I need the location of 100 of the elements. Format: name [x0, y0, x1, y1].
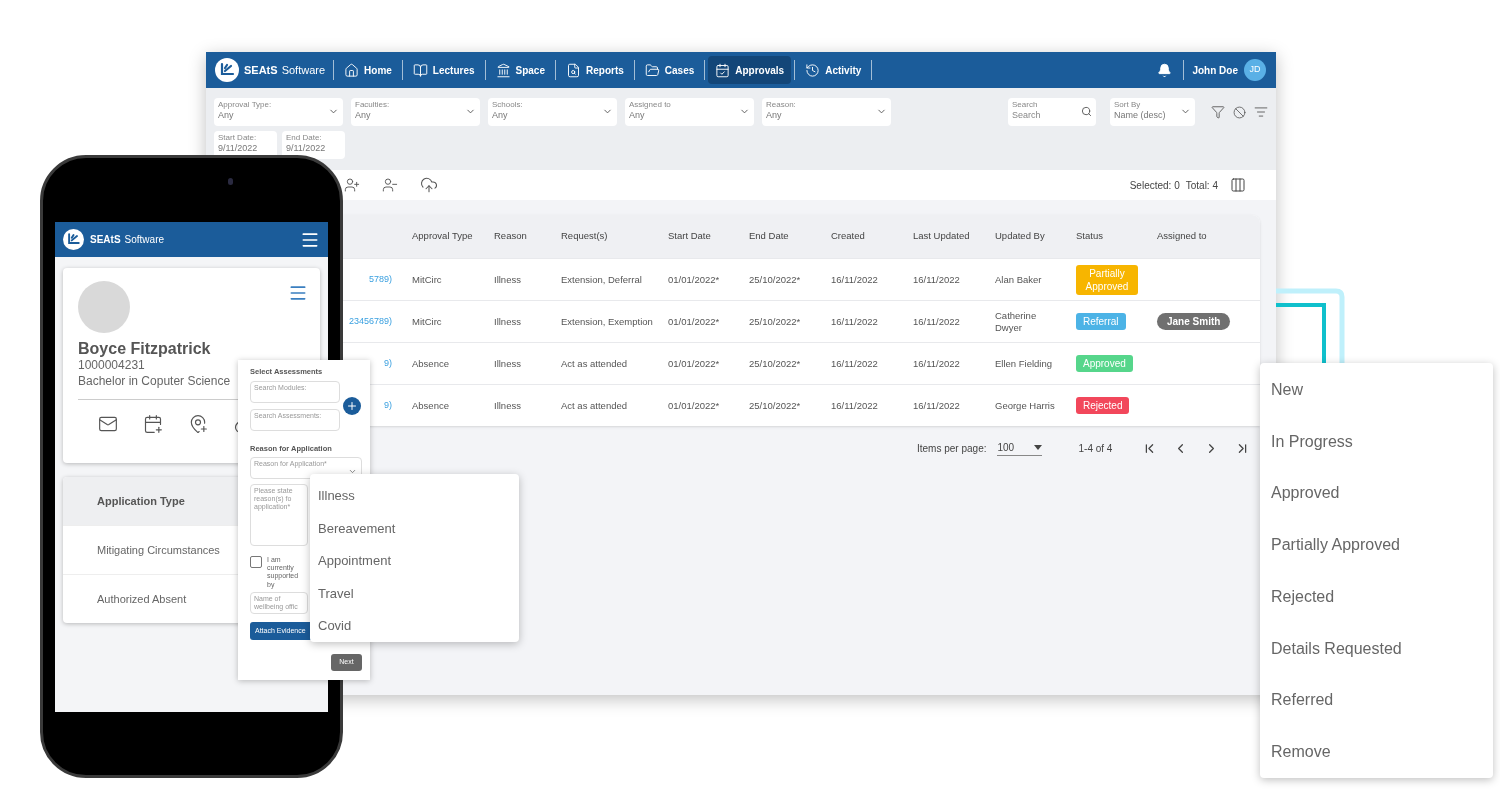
case-link[interactable]: 5789)	[368, 274, 392, 285]
add-button[interactable]	[343, 397, 361, 416]
status-option[interactable]: In Progress	[1260, 415, 1493, 468]
columns-icon[interactable]	[1230, 177, 1246, 193]
assignee-chip[interactable]: Jane Smith	[1157, 313, 1231, 330]
brand-name: SEAtS	[244, 62, 278, 78]
nav-tab[interactable]: Activity	[798, 56, 869, 84]
table-cell-text: Illness	[493, 273, 522, 286]
status-option[interactable]: Referred	[1260, 674, 1493, 727]
case-link[interactable]: 9)	[384, 358, 392, 369]
table-cell-text: 01/01/2022*	[667, 399, 721, 412]
total-count: Total: 4	[1185, 178, 1218, 193]
column-header: Start Date	[667, 229, 712, 244]
table-cell-text: 16/11/2022	[830, 357, 879, 370]
column-header: Last Updated	[912, 229, 971, 244]
column-header: Assigned to	[1156, 229, 1208, 244]
case-link[interactable]: 23456789)	[348, 316, 392, 327]
filter-icon[interactable]	[1211, 105, 1225, 119]
filter-select[interactable]: Assigned to Any	[625, 98, 754, 126]
column-header: Approval Type	[411, 229, 474, 244]
reason-option[interactable]: Bereavement	[310, 512, 519, 545]
selected-count: Selected: 0	[1129, 178, 1180, 193]
table-cell-text: Illness	[493, 399, 522, 412]
pin-plus-icon[interactable]	[188, 414, 208, 435]
table-cell-text: 16/11/2022	[830, 315, 879, 328]
nav-tab[interactable]: Space	[488, 56, 552, 84]
table-cell-text: MitCirc	[411, 273, 443, 286]
status-option[interactable]: Remove	[1260, 726, 1493, 778]
cloud-upload-icon[interactable]	[420, 176, 438, 194]
items-per-page-select[interactable]: 100	[997, 440, 1043, 456]
table-cell-text: Illness	[493, 315, 522, 328]
product-name: Software	[281, 62, 326, 78]
table-cell-text: Act as attended	[560, 357, 629, 370]
calendar-check-icon	[715, 62, 731, 78]
column-header: Status	[1075, 229, 1104, 244]
table-cell-text: Alan Baker	[994, 273, 1043, 286]
status-option[interactable]: Details Requested	[1260, 622, 1493, 675]
menu-icon[interactable]	[288, 283, 308, 303]
reason-option[interactable]: Appointment	[310, 544, 519, 578]
nav-tab[interactable]: Reports	[559, 56, 631, 84]
status-option[interactable]: Approved	[1260, 467, 1493, 520]
status-badge: Approved	[1076, 355, 1133, 372]
table-cell-text: 16/11/2022	[830, 273, 879, 286]
reason-option[interactable]: Travel	[310, 577, 519, 610]
sort-select[interactable]: Sort By Name (desc)	[1110, 98, 1195, 126]
date-field[interactable]: End Date: 9/11/2022	[282, 131, 345, 159]
nav-tab[interactable]: Home	[337, 56, 399, 84]
supported-checkbox[interactable]	[250, 555, 262, 568]
status-badge: Rejected	[1076, 397, 1130, 414]
table-cell-text: 16/11/2022	[830, 399, 879, 412]
application-type-item[interactable]: Mitigating Circumstances	[97, 541, 220, 559]
filter-select[interactable]: Faculties: Any	[351, 98, 480, 126]
phone-camera-icon	[228, 178, 233, 185]
home-icon	[344, 62, 360, 78]
clear-filter-icon[interactable]	[1233, 105, 1246, 119]
user-remove-icon[interactable]	[382, 177, 398, 193]
column-header: Created	[830, 229, 866, 244]
logo-icon	[63, 229, 84, 250]
table-cell-text: 25/10/2022*	[748, 273, 802, 286]
items-per-page-label: Items per page:	[917, 441, 987, 456]
page-range: 1-4 of 4	[1078, 441, 1113, 456]
dropdown-caret-icon	[1034, 445, 1043, 450]
table-cell-text: 25/10/2022*	[748, 315, 802, 328]
avatar	[78, 281, 130, 333]
table-cell-text: 16/11/2022	[912, 315, 961, 328]
plus-icon	[346, 400, 358, 413]
table-cell-text: 16/11/2022	[912, 399, 961, 412]
status-option[interactable]: Partially Approved	[1260, 519, 1493, 571]
table-cell-text: Illness	[493, 357, 522, 370]
student-id: 1000004231	[78, 358, 145, 374]
table-cell-text: 25/10/2022*	[748, 399, 802, 412]
table-cell-text: Extension, Exemption	[560, 315, 654, 328]
search-field[interactable]: Search Search	[1008, 98, 1096, 126]
table-cell-text: Extension, Deferral	[560, 273, 643, 286]
status-option[interactable]: New	[1260, 364, 1493, 416]
nav-tab[interactable]: Lectures	[405, 56, 482, 84]
reason-option[interactable]: Illness	[310, 480, 519, 513]
notification-bell-icon[interactable]	[1157, 62, 1173, 78]
history-icon	[805, 62, 821, 78]
filter-select[interactable]: Approval Type: Any	[214, 98, 343, 126]
filter-select[interactable]: Reason: Any	[762, 98, 891, 126]
search-icon	[1081, 106, 1092, 117]
filter-select[interactable]: Schools: Any	[488, 98, 617, 126]
user-add-icon[interactable]	[344, 177, 360, 193]
nav-tab[interactable]: Cases	[637, 56, 702, 84]
application-type-item[interactable]: Authorized Absent	[97, 590, 187, 608]
status-option[interactable]: Rejected	[1260, 571, 1493, 623]
table-cell-text: MitCirc	[411, 315, 443, 328]
case-link[interactable]: 9)	[384, 400, 392, 411]
user-name: John Doe	[1192, 63, 1238, 78]
column-header: End Date	[748, 229, 790, 244]
table-cell-text: Absence	[411, 399, 450, 412]
table-cell-text: 25/10/2022*	[748, 357, 802, 370]
nav-tab[interactable]: Approvals	[708, 56, 792, 84]
table-cell-text: 16/11/2022	[912, 357, 961, 370]
student-name: Boyce Fitzpatrick	[78, 339, 212, 359]
table-cell-text: Act as attended	[560, 399, 629, 412]
calendar-plus-icon[interactable]	[143, 414, 163, 435]
table-cell-text: Absence	[411, 357, 450, 370]
table-cell-text: 01/01/2022*	[667, 357, 721, 370]
